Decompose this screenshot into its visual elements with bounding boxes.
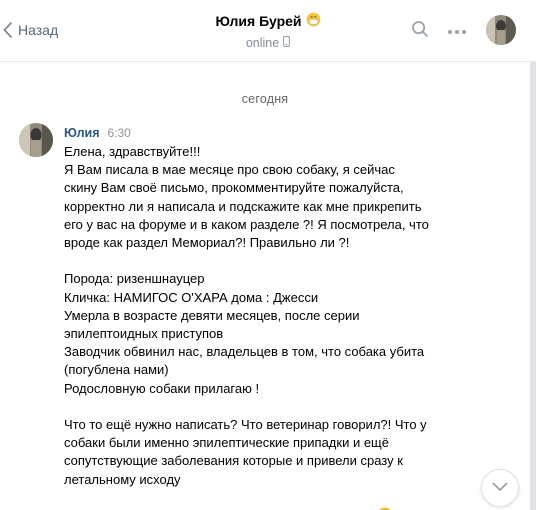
message-line: Что то ещё нужно написать? Что ветеринар… <box>64 417 427 433</box>
message-line: Заводчик обвинил нас, владельцев в том, … <box>64 344 425 360</box>
message-line: вроде как раздел Мемориал?! Правильно ли… <box>64 235 350 251</box>
chat-title: Юлия Бурей <box>215 12 320 30</box>
right-scroll-track[interactable] <box>530 62 536 510</box>
message-line: Родословную собаки прилагаю ! <box>64 380 260 396</box>
message-time[interactable]: 6:30 <box>108 126 131 140</box>
back-button[interactable]: Назад <box>0 18 58 42</box>
message-line: его у вас на форуме и в каком разделе ?!… <box>64 216 429 232</box>
message-line: Порода: ризеншнауцер <box>64 271 205 287</box>
chat-title-block[interactable]: Юлия Бурей online <box>150 12 386 52</box>
mask-face-emoji-icon <box>306 12 321 30</box>
message-author[interactable]: Юлия <box>64 126 100 140</box>
mobile-phone-icon <box>283 36 291 50</box>
message-line: эпилептоидных приступов <box>64 326 224 342</box>
message-line: (погублена нами) <box>64 362 169 378</box>
chevron-left-icon <box>0 18 14 42</box>
online-status: online <box>246 36 291 50</box>
scroll-down-button[interactable] <box>481 469 519 507</box>
message-line: собаки были именно эпилептические припад… <box>64 435 389 451</box>
message-line: Умерла в возрасте девяти месяцев, после … <box>64 307 360 323</box>
more-dots-icon <box>447 22 467 40</box>
chat-header: Назад Юлия Бурей online <box>0 0 536 62</box>
message-line: сопутствующие заболевания которые и прив… <box>64 453 403 469</box>
message-header: Юлия 6:30 <box>64 126 131 140</box>
contact-avatar[interactable] <box>486 15 516 45</box>
contact-name: Юлия Бурей <box>215 13 302 29</box>
back-label: Назад <box>18 22 59 38</box>
message-text: Елена, здравствуйте!!! Я Вам писала в мае… <box>64 143 464 510</box>
more-actions-button[interactable] <box>446 20 468 42</box>
search-button[interactable] <box>409 20 431 42</box>
message-line: Елена, здравствуйте!!! <box>64 144 201 159</box>
message-line: скину Вам своё письмо, прокомментируйте … <box>64 180 404 196</box>
chevron-down-icon <box>492 479 508 497</box>
message-line: Кличка: НАМИГОС О'ХАРА дома : Джесси <box>64 289 319 305</box>
message-line: Я Вам писала в мае месяце про свою собак… <box>64 162 395 178</box>
search-icon <box>411 20 429 43</box>
message-author-avatar[interactable] <box>19 123 53 157</box>
message-line: летальному исходу <box>64 471 181 487</box>
message-line: корректно ли я написала и подскажите как… <box>64 198 422 214</box>
date-separator: сегодня <box>241 92 289 106</box>
